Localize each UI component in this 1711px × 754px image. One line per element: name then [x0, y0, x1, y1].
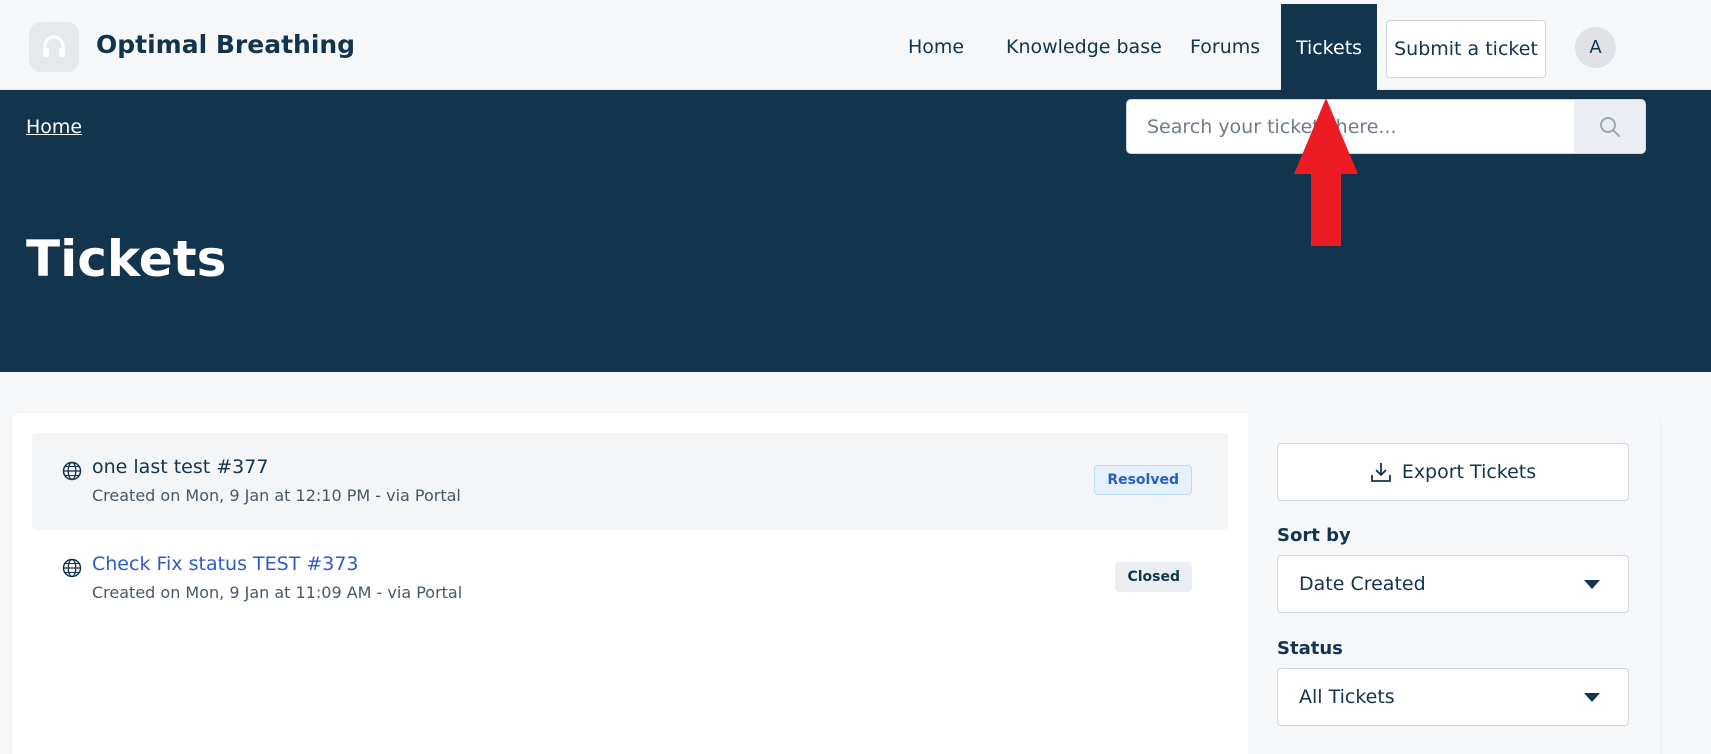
- status-select[interactable]: All Tickets: [1277, 668, 1629, 726]
- download-icon: [1370, 463, 1391, 482]
- ticket-title-link[interactable]: Check Fix status TEST #373: [92, 553, 359, 575]
- ticket-row[interactable]: Check Fix status TEST #373 Created on Mo…: [32, 530, 1228, 627]
- brand-name[interactable]: Optimal Breathing: [96, 30, 355, 59]
- nav-home[interactable]: Home: [908, 36, 964, 58]
- submit-ticket-button[interactable]: Submit a ticket: [1386, 20, 1546, 78]
- ticket-filters-sidebar: Export Tickets Sort by Date Created Stat…: [1248, 413, 1660, 754]
- breadcrumb-home[interactable]: Home: [26, 116, 82, 138]
- caret-down-icon: [1584, 693, 1600, 702]
- user-avatar[interactable]: A: [1575, 27, 1616, 68]
- ticket-meta: Created on Mon, 9 Jan at 11:09 AM - via …: [92, 583, 463, 602]
- hero-banner: Home Tickets: [0, 90, 1711, 372]
- page-title: Tickets: [26, 230, 227, 288]
- caret-down-icon: [1584, 580, 1600, 589]
- status-label: Status: [1277, 638, 1343, 659]
- ticket-title[interactable]: one last test #377: [92, 456, 268, 478]
- status-badge: Closed: [1115, 562, 1192, 592]
- ticket-row[interactable]: one last test #377 Created on Mon, 9 Jan…: [32, 433, 1228, 530]
- status-badge: Resolved: [1094, 465, 1192, 495]
- sort-by-value: Date Created: [1299, 573, 1426, 595]
- nav-tickets-active[interactable]: Tickets: [1281, 4, 1377, 90]
- search-icon: [1599, 116, 1620, 137]
- nav-forums[interactable]: Forums: [1190, 36, 1260, 58]
- nav-knowledge-base[interactable]: Knowledge base: [1006, 36, 1162, 58]
- sort-by-select[interactable]: Date Created: [1277, 555, 1629, 613]
- top-navigation-bar: Optimal Breathing Home Knowledge base Fo…: [0, 0, 1711, 90]
- annotation-arrow-icon: [1294, 98, 1358, 246]
- sort-by-label: Sort by: [1277, 525, 1351, 546]
- ticket-meta: Created on Mon, 9 Jan at 12:10 PM - via …: [92, 486, 461, 505]
- search-button[interactable]: [1574, 100, 1645, 153]
- ticket-search: [1126, 99, 1646, 154]
- export-tickets-button[interactable]: Export Tickets: [1277, 443, 1629, 501]
- tickets-card: one last test #377 Created on Mon, 9 Jan…: [12, 413, 1660, 754]
- globe-icon: [62, 558, 82, 578]
- export-label: Export Tickets: [1401, 461, 1537, 483]
- headset-logo-icon[interactable]: [29, 22, 79, 72]
- globe-icon: [62, 461, 82, 481]
- status-value: All Tickets: [1299, 686, 1395, 708]
